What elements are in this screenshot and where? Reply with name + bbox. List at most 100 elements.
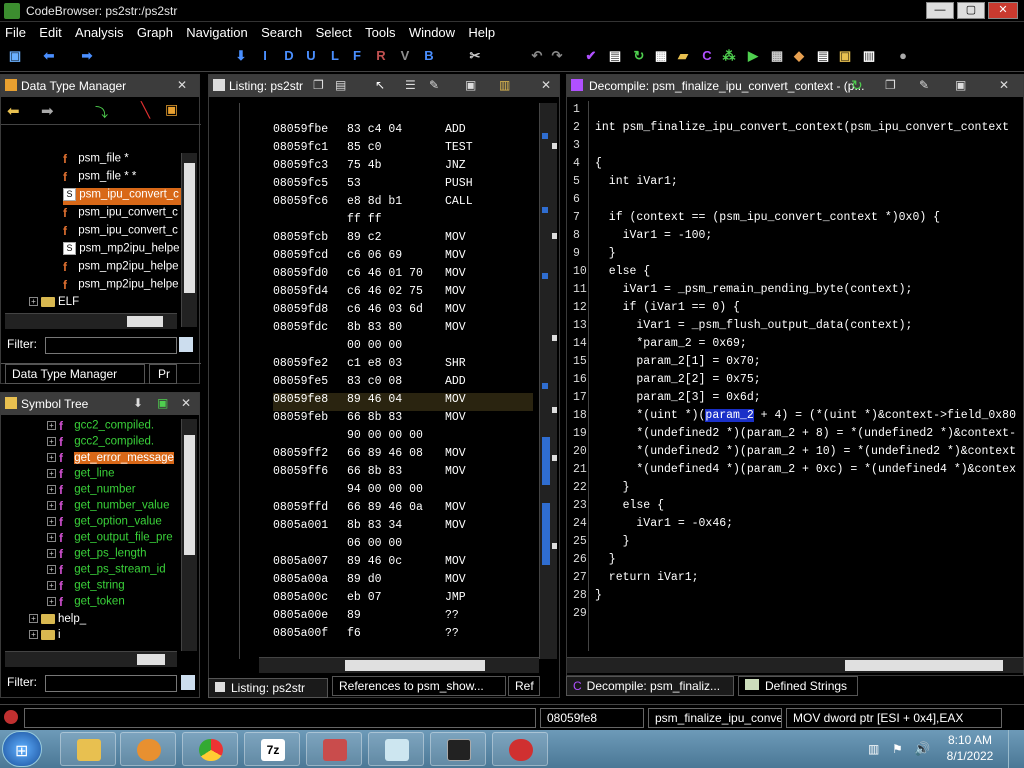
code-line[interactable]: int psm_finalize_ipu_convert_context(psm… <box>595 121 1019 139</box>
d-nav-icon[interactable]: D <box>280 47 298 65</box>
refresh-icon[interactable]: ↻ <box>851 77 863 94</box>
undo-icon[interactable]: ↶ <box>528 47 546 65</box>
menu-graph[interactable]: Graph <box>132 22 178 40</box>
code-line[interactable]: } <box>595 553 1019 571</box>
data-icon[interactable]: ▤ <box>606 47 624 65</box>
grid-icon[interactable]: ▦ <box>768 47 786 65</box>
listing-code[interactable]: ff ff 08059fbe 83 c4 04 ADD 08059fc1 85 c0 TES… <box>273 119 533 659</box>
symbol-vscroll[interactable] <box>181 419 197 651</box>
symbol-folder[interactable]: + i <box>29 629 61 646</box>
scroll-thumb[interactable] <box>184 163 195 293</box>
download-icon[interactable]: ⬇ <box>133 396 143 410</box>
menu-help[interactable]: Help <box>463 22 500 40</box>
symbol-item[interactable]: + f get_number_value <box>47 499 169 516</box>
forward-arrow-icon[interactable]: ➡ <box>41 102 54 120</box>
symbol-hscroll[interactable] <box>5 651 177 667</box>
folder-icon[interactable]: ▰ <box>674 47 692 65</box>
taskbar-chrome[interactable] <box>182 732 238 766</box>
network-icon[interactable]: ▥ <box>868 742 879 756</box>
menu-analysis[interactable]: Analysis <box>70 22 128 40</box>
view-icon[interactable]: ▥ <box>860 47 878 65</box>
listing-row[interactable]: 08059fe5 83 c0 08 ADD <box>273 375 533 393</box>
tab-program-trees[interactable]: Pr <box>149 364 177 384</box>
taskbar-terminal[interactable] <box>430 732 486 766</box>
taskbar-7zip[interactable]: 7z <box>244 732 300 766</box>
listing-row[interactable]: ff ff <box>273 213 533 231</box>
listing-row[interactable]: 08059fe2 c1 e8 03 SHR <box>273 357 533 375</box>
code-line[interactable]: *param_2 = 0x69; <box>595 337 1019 355</box>
scroll-thumb[interactable] <box>345 660 485 671</box>
snapshot-icon[interactable]: ▣ <box>955 78 966 92</box>
tree-item[interactable]: f psm_ipu_convert_c <box>63 206 178 223</box>
symbol-item[interactable]: + f get_option_value <box>47 515 162 532</box>
code-line[interactable]: else { <box>595 499 1019 517</box>
function-graph-icon[interactable]: ⁂ <box>720 47 738 65</box>
taskbar-ghidra[interactable] <box>492 732 548 766</box>
listing-row[interactable]: 08059fe8 89 46 04 MOV <box>273 393 533 411</box>
symbol-item[interactable]: + f get_token <box>47 595 125 612</box>
menu-window[interactable]: Window <box>404 22 460 40</box>
scroll-thumb[interactable] <box>845 660 1003 671</box>
cursor-icon[interactable]: ↖ <box>375 78 385 92</box>
expand-icon[interactable]: + <box>29 614 38 624</box>
copy-icon[interactable]: ❐ <box>885 78 896 92</box>
close-icon[interactable]: ✕ <box>999 78 1009 92</box>
tree-item[interactable]: f psm_mp2ipu_helpe <box>63 278 179 295</box>
volume-icon[interactable]: 🔊 <box>914 741 930 757</box>
listing-vscroll[interactable] <box>539 103 557 659</box>
listing-row[interactable]: 08059fcd c6 06 69 MOV <box>273 249 533 267</box>
back-arrow-icon[interactable]: ⬅ <box>7 102 20 120</box>
code-line[interactable]: return iVar1; <box>595 571 1019 589</box>
symbol-item[interactable]: + f get_output_file_pre <box>47 531 173 548</box>
listing-row[interactable]: 08059ffd 66 89 46 0a MOV <box>273 501 533 519</box>
listing-row[interactable]: 0805a00a 89 d0 MOV <box>273 573 533 591</box>
table-icon[interactable]: ▤ <box>814 47 832 65</box>
taskbar-media-player[interactable] <box>120 732 176 766</box>
code-line[interactable]: param_2[2] = 0x75; <box>595 373 1019 391</box>
filter-options-icon[interactable] <box>179 337 193 352</box>
layout-icon[interactable]: ☰ <box>405 78 416 92</box>
listing-row[interactable]: 08059ff6 66 8b 83 MOV <box>273 465 533 483</box>
flag-icon[interactable]: ⚑ <box>892 742 903 756</box>
listing-row[interactable]: 94 00 00 00 <box>273 483 533 501</box>
code-line[interactable]: if (iVar1 == 0) { <box>595 301 1019 319</box>
code-line[interactable]: } <box>595 481 1019 499</box>
highlighted-token[interactable]: param_2 <box>705 409 754 422</box>
code-line[interactable]: } <box>595 247 1019 265</box>
listing-row[interactable]: 0805a00c eb 07 JMP <box>273 591 533 609</box>
code-line[interactable]: *(undefined4 *)(param_2 + 0xc) = *(undef… <box>595 463 1019 481</box>
symbol-item[interactable]: + f get_ps_stream_id <box>47 563 166 580</box>
code-line[interactable] <box>595 139 1019 157</box>
checkmark-icon[interactable]: ✔ <box>582 47 600 65</box>
code-line[interactable]: if (context == (psm_ipu_convert_context … <box>595 211 1019 229</box>
scroll-thumb[interactable] <box>127 316 163 327</box>
listing-row[interactable]: 08059fd4 c6 46 02 75 MOV <box>273 285 533 303</box>
copy-icon[interactable]: ❐ <box>313 78 324 92</box>
back-arrow-icon[interactable]: ⬅ <box>40 47 58 65</box>
save-icon[interactable]: ▣ <box>6 47 24 65</box>
b-nav-icon[interactable]: B <box>420 47 438 65</box>
tree-item[interactable]: f psm_file * <box>63 152 129 169</box>
listing-row[interactable]: 08059fc1 85 c0 TEST <box>273 141 533 159</box>
tab-decompile[interactable]: C Decompile: psm_finaliz... <box>566 676 734 696</box>
paste-icon[interactable]: ▤ <box>335 78 346 92</box>
start-button[interactable]: ⊞ <box>2 731 42 767</box>
decompiler-icon[interactable]: C <box>698 47 716 65</box>
tree-item[interactable]: f psm_mp2ipu_helpe <box>63 260 179 277</box>
menu-search[interactable]: Search <box>256 22 307 40</box>
listing-row[interactable]: 08059fcb 89 c2 MOV <box>273 231 533 249</box>
code-line[interactable]: iVar1 = _psm_flush_output_data(context); <box>595 319 1019 337</box>
filter-input[interactable] <box>45 337 177 354</box>
scroll-thumb[interactable] <box>184 435 195 555</box>
code-line[interactable]: *(uint *)(param_2 + 4) = (*(uint *)&cont… <box>595 409 1019 427</box>
tab-data-type-manager[interactable]: Data Type Manager <box>5 364 145 384</box>
listing-row[interactable]: 06 00 00 <box>273 537 533 555</box>
edit-icon[interactable]: ✎ <box>429 78 439 92</box>
show-desktop-button[interactable] <box>1008 730 1024 768</box>
listing-row[interactable]: 90 00 00 00 <box>273 429 533 447</box>
filter-icon[interactable]: ╲ <box>141 101 150 119</box>
dtm-hscroll[interactable] <box>5 313 177 329</box>
code-line[interactable]: param_2[3] = 0x6d; <box>595 391 1019 409</box>
tab-ref[interactable]: Ref <box>508 676 540 696</box>
code-line[interactable]: int iVar1; <box>595 175 1019 193</box>
